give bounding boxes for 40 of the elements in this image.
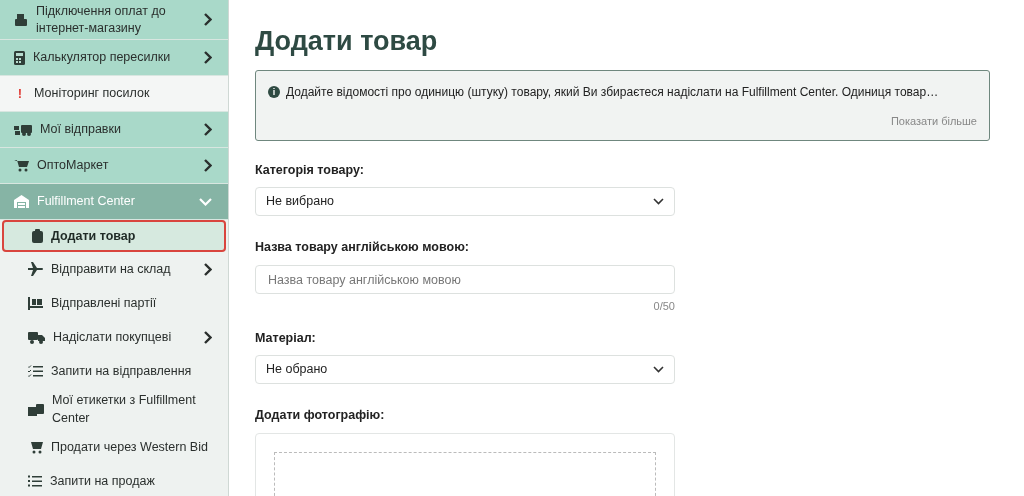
- sidebar-subitem[interactable]: Додати товар: [2, 220, 226, 252]
- sidebar-item[interactable]: Мої відправки: [0, 112, 228, 148]
- chevron-down-icon: [653, 366, 664, 374]
- labels-icon: [28, 402, 44, 416]
- cart-icon: [28, 440, 43, 454]
- truck-icon: [28, 330, 45, 344]
- text-input[interactable]: Назва товару англійською мовою: [255, 265, 675, 294]
- page-title: Додати товар: [255, 25, 439, 58]
- calculator-icon: [14, 50, 25, 65]
- sidebar-subitem[interactable]: Відправити на склад: [0, 252, 228, 286]
- list-icon: [28, 475, 42, 487]
- sidebar-subitem[interactable]: Надіслати покупцеві: [0, 320, 228, 354]
- field-label: Матеріал:: [255, 329, 317, 347]
- warehouse-icon: [14, 195, 29, 208]
- field-label: Назва товару англійською мовою:: [255, 239, 470, 257]
- chevron-down-icon: [653, 198, 664, 206]
- sidebar-subitem[interactable]: Запити на відправлення: [0, 354, 228, 388]
- select-field[interactable]: Не обрано: [255, 355, 675, 385]
- sidebar-item[interactable]: Підключення оплат до інтернет-магазину: [0, 0, 228, 40]
- sidebar-item[interactable]: ! Моніторинг посилок: [0, 76, 228, 112]
- select-field[interactable]: Не вибрано: [255, 187, 675, 217]
- sidebar-item[interactable]: ОптоМаркет: [0, 148, 228, 184]
- cash-register-icon: [14, 13, 28, 26]
- sidebar-item[interactable]: Калькулятор пересилки: [0, 40, 228, 76]
- cart-icon: [14, 159, 29, 172]
- field-label: Категорія товару:: [255, 161, 365, 179]
- pallet-icon: [28, 296, 43, 310]
- sidebar-subitem[interactable]: Мої етикетки з Fulfillment Center: [0, 388, 228, 430]
- checklist-icon: [28, 365, 43, 377]
- alert-icon: !: [14, 83, 26, 104]
- sidebar-subitem[interactable]: Продати через Western Bid: [0, 430, 228, 464]
- character-counter: 0/50: [653, 299, 675, 314]
- field-label: Додати фотографію:: [255, 407, 386, 425]
- sidebar-subitem[interactable]: Відправлені партії: [0, 286, 228, 320]
- clipboard-icon: [32, 229, 43, 243]
- truck-with-boxes-icon: [14, 123, 32, 136]
- sidebar-subitem[interactable]: Запити на продаж: [0, 464, 228, 496]
- airplane-icon: [28, 262, 43, 276]
- info-icon: i: [268, 86, 280, 98]
- notice-text: Додайте відомості про одиницю (штуку) товару, який Ви збираєтеся надіслати на Fulfillment Center. Одиниця товар…: [286, 84, 939, 101]
